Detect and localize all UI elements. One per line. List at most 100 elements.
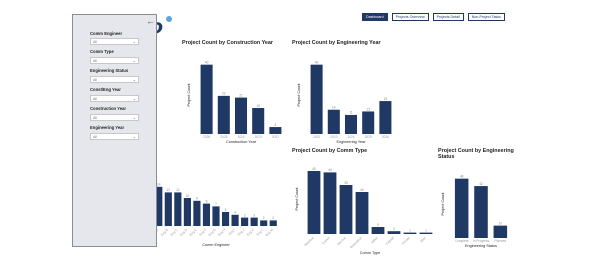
engineering-year-chart: 40 2022 14 2023 11 2024 13 2025 19 2026 Engineerin… [297, 60, 392, 144]
data-label: 12 [167, 188, 171, 192]
comm-engineer-dropdown[interactable]: All ⌄ [90, 38, 139, 45]
x-tick-label: Eng C [169, 227, 179, 237]
data-label: 2 [393, 227, 395, 231]
bar [269, 220, 277, 226]
data-label: 1 [409, 228, 411, 232]
bar [323, 172, 337, 234]
data-label: 42 [479, 182, 483, 186]
x-tick-label: 2022 [313, 135, 320, 139]
x-tick-label: Eng L [256, 228, 265, 237]
x-tick-label: Eng D [179, 227, 189, 237]
filter-label-comm-engineer: Comm Engineer [90, 31, 123, 36]
x-tick-label: Planned [494, 239, 506, 243]
x-tick-label: 2024 [347, 135, 354, 139]
chevron-down-icon: ⌄ [132, 134, 136, 139]
filter-label-const-eng-year: Const/Eng Year [90, 87, 121, 92]
bar [260, 220, 268, 226]
x-tick-label: In Progress [473, 239, 490, 243]
bar [339, 185, 353, 234]
filter-label-engineering-year: Engineering Year [90, 125, 125, 130]
bar [493, 225, 508, 238]
dropdown-value: All [93, 78, 97, 82]
bar [419, 232, 433, 234]
nav-dashboard-button[interactable]: Dashboard [362, 13, 388, 21]
x-tick-label: Relocation [349, 236, 363, 250]
x-tick-label: Other [370, 235, 379, 244]
bar [183, 198, 191, 226]
bar [344, 114, 358, 134]
bar [355, 192, 369, 234]
x-tick-label: Eng H [217, 227, 227, 237]
data-label: 22 [222, 92, 226, 96]
filter-label-construction-year: Construction Year [90, 106, 126, 111]
data-label: 5 [377, 223, 379, 227]
filter-label-engineering-status: Engineering Status [90, 68, 129, 73]
x-tick-label: Eng M [265, 228, 275, 238]
data-label: 21 [239, 93, 243, 97]
y-axis-title: Project Count [187, 83, 191, 107]
y-axis-title: Project Count [295, 187, 299, 211]
nav-projects-overview-button[interactable]: Projects Overview [391, 13, 429, 21]
data-label: 5 [225, 208, 227, 212]
data-label: 3 [253, 213, 255, 217]
nav-non-project-tasks-button[interactable]: Non-Project Tasks [467, 13, 505, 21]
dropdown-value: All [93, 97, 97, 101]
bar [193, 200, 201, 226]
back-arrow-icon[interactable]: ← [146, 17, 155, 26]
bar [387, 231, 401, 234]
data-label: 7 [215, 202, 217, 206]
x-tick-label: Eng F [198, 228, 207, 237]
bar [250, 217, 258, 226]
bar [174, 192, 182, 226]
y-axis-title: Project Count [441, 192, 445, 216]
data-label: 14 [157, 183, 161, 187]
data-label: 19 [384, 97, 388, 101]
x-tick-label: Complete [455, 239, 469, 243]
x-tick-label: 2023 [330, 135, 337, 139]
data-label: 45 [312, 167, 316, 171]
dropdown-value: All [93, 116, 97, 120]
x-axis-title: Comm Engineer [202, 243, 230, 247]
filter-panel: ← Comm Engineer All ⌄ Comm Type All ⌄ En… [72, 14, 157, 247]
engineering-status-dropdown[interactable]: All ⌄ [90, 76, 139, 83]
comm-type-dropdown[interactable]: All ⌄ [90, 57, 139, 64]
data-label: 40 [315, 60, 319, 64]
bar [327, 109, 340, 134]
bar [474, 186, 488, 238]
bar [202, 203, 211, 226]
x-tick-label: Eng G [207, 228, 217, 238]
data-label: 8 [206, 199, 208, 203]
chart-title-engineering-year: Project Count by Engineering Year [292, 40, 381, 46]
data-label: 48 [460, 174, 464, 178]
bar [403, 232, 417, 234]
bar [221, 212, 230, 226]
x-axis-title: Engineering Year [337, 140, 367, 144]
bar [212, 206, 220, 226]
x-axis-title: Construction Year [226, 140, 257, 144]
dropdown-value: All [93, 40, 97, 44]
bar [362, 111, 375, 134]
data-label: 40 [205, 60, 209, 64]
logo-dot-icon [166, 16, 172, 22]
data-label: 14 [332, 106, 336, 110]
x-tick-label: 2023 [255, 135, 262, 139]
x-axis-title: Engineering Status [465, 244, 497, 248]
data-label: 15 [256, 104, 260, 108]
bar [252, 108, 265, 134]
engineering-year-dropdown[interactable]: All ⌄ [90, 133, 139, 140]
const-eng-year-dropdown[interactable]: All ⌄ [90, 95, 139, 102]
comm-type-chart: 45 Mainline 44 Comm 35 Service 30 Relocation 5 Ot… [295, 167, 433, 255]
dropdown-value: All [93, 135, 97, 139]
data-label: 9 [196, 197, 198, 201]
bar [379, 101, 392, 134]
data-label: 30 [360, 188, 364, 192]
construction-year-dropdown[interactable]: All ⌄ [90, 114, 139, 121]
dropdown-value: All [93, 59, 97, 63]
chevron-down-icon: ⌄ [132, 115, 136, 120]
bar [241, 217, 249, 226]
comm-engineer-chart: 14Eng A12Eng B12Eng C10Eng D9Eng E8Eng F… [151, 183, 277, 247]
x-tick-label: 2026 [203, 135, 210, 139]
engineering-status-chart: 48 Complete 42 In Progress 10 PlannedEngineer… [441, 174, 508, 248]
nav-projects-detail-button[interactable]: Projects Detail [432, 13, 464, 21]
x-tick-label: Mainline [303, 236, 314, 247]
